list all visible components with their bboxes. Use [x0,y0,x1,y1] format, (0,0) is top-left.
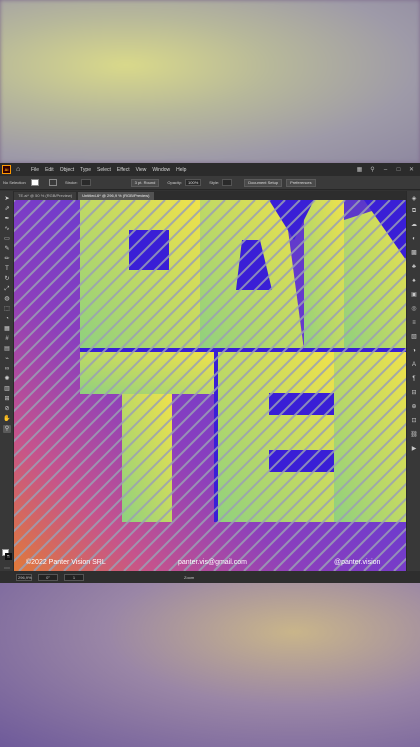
actions-icon[interactable]: ▶ [410,445,418,453]
menu-object[interactable]: Object [60,167,74,173]
copyright-text: ©2022 Panter Vision SRL [26,559,106,566]
fill-swatch[interactable] [31,179,39,186]
selection-tool-icon[interactable]: ➤ [3,195,11,203]
curvature-tool-icon[interactable]: ∿ [3,225,11,233]
zoom-tool-icon[interactable]: ⚲ [3,425,11,433]
blurred-background-bottom [0,583,420,747]
color-icon[interactable]: ◐ [410,235,418,243]
arrange-icon[interactable]: ▦ [355,166,364,174]
menu-edit[interactable]: Edit [45,167,54,173]
letter-t-bar [80,352,214,394]
rotation-field[interactable]: 0° [38,573,58,581]
letter-e-gap-top [269,393,334,415]
swatches-icon[interactable]: ▩ [410,249,418,257]
libraries-icon[interactable]: ☁ [410,221,418,229]
panels-dock: ◈ ⧉ ☁ ◐ ▩ ♣ ♠ ▣ ◎ ≡ ▧ ◑ A ¶ ⊟ ⊕ ⊡ ⛓ ▶ [406,191,420,571]
symbols-icon[interactable]: ♠ [410,277,418,285]
warp-tool-icon[interactable]: ◍ [3,295,11,303]
blurred-background-top [0,0,420,163]
rectangle-tool-icon[interactable]: ▭ [3,235,11,243]
graphic-styles-icon[interactable]: ▣ [410,291,418,299]
shape-builder-tool-icon[interactable]: ◔ [3,315,11,323]
layers-icon[interactable]: ⧉ [410,207,418,215]
eyedropper-tool-icon[interactable]: ⌁ [3,355,11,363]
gradient-panel-icon[interactable]: ▧ [410,333,418,341]
letter-e2-body [334,352,406,522]
app-logo: Ai [2,165,11,174]
menu-help[interactable]: Help [176,167,186,173]
mesh-tool-icon[interactable]: # [3,335,11,343]
transparency-icon[interactable]: ◑ [410,347,418,355]
menu-select[interactable]: Select [97,167,111,173]
stroke-swatch[interactable] [49,179,57,186]
home-icon[interactable]: ⌂ [16,166,23,173]
zoom-level-field[interactable]: 296,9% [16,573,32,581]
tab-untitled-6[interactable]: Untitled-6* @ 296,9 % (RGB/Preview) [78,192,154,200]
paintbrush-tool-icon[interactable]: ✎ [3,245,11,253]
letter-p-counter [129,230,169,270]
email-text: panter.vis@gmail.com [178,559,247,566]
opacity-field[interactable]: 100% [185,179,202,186]
brushes-icon[interactable]: ♣ [410,263,418,271]
free-transform-tool-icon[interactable]: ⬚ [3,305,11,313]
document-tabs: TE.ai* @ 50 % (RGB/Preview) Untitled-6* … [14,191,406,200]
properties-icon[interactable]: ◈ [410,195,418,203]
stroke-color-icon[interactable] [5,553,12,560]
stroke-weight-field[interactable] [80,179,91,186]
transform-icon[interactable]: ⊡ [410,417,418,425]
maximize-icon[interactable]: □ [394,166,403,174]
artboard-canvas[interactable]: ©2022 Panter Vision SRL panter.vis@gmail… [14,200,406,571]
tools-panel: ➤ ⇗ ✒ ∿ ▭ ✎ ✏ T ↻ ⤢ ◍ ⬚ ◔ ▦ # ▤ ⌁ ∞ ✺ ▥ … [0,191,14,572]
selection-status: No Selection [3,180,26,185]
close-icon[interactable]: ✕ [407,166,416,174]
blend-tool-icon[interactable]: ∞ [3,365,11,373]
paragraph-icon[interactable]: ¶ [410,375,418,383]
menu-window[interactable]: Window [152,167,170,173]
type-tool-icon[interactable]: T [3,265,11,273]
hand-tool-icon[interactable]: ✋ [3,415,11,423]
menu-right-controls: ▦ ⚲ – □ ✕ [351,166,420,174]
artboard-navigator[interactable]: 1 [64,573,84,581]
direct-selection-tool-icon[interactable]: ⇗ [3,205,11,213]
menu-items: File Edit Object Type Select Effect View… [31,167,192,173]
align-icon[interactable]: ⊟ [410,389,418,397]
panter-artwork [14,200,406,571]
status-bar: 296,9% 0° 1 Zoom [0,571,420,583]
pathfinder-icon[interactable]: ⊕ [410,403,418,411]
minimize-icon[interactable]: – [381,166,390,174]
pencil-tool-icon[interactable]: ✏ [3,255,11,263]
graph-tool-icon[interactable]: ▥ [3,385,11,393]
symbol-sprayer-tool-icon[interactable]: ✺ [3,375,11,383]
search-icon[interactable]: ⚲ [368,166,377,174]
stroke-label: Stroke: [65,180,78,185]
control-bar: No Selection Stroke: 3 pt. Round Opacity… [0,176,420,190]
rotate-tool-icon[interactable]: ↻ [3,275,11,283]
status-mode: Zoom [184,574,195,580]
menu-file[interactable]: File [31,167,39,173]
illustrator-window: Ai ⌂ File Edit Object Type Select Effect… [0,163,420,583]
character-icon[interactable]: A [410,361,418,369]
preferences-button[interactable]: Preferences [286,178,316,187]
artboard-tool-icon[interactable]: ⊞ [3,395,11,403]
stroke-profile-select[interactable]: 3 pt. Round [130,178,160,187]
tab-te-ai[interactable]: TE.ai* @ 50 % (RGB/Preview) [14,192,77,200]
pen-tool-icon[interactable]: ✒ [3,215,11,223]
style-select[interactable] [222,179,233,186]
appearance-icon[interactable]: ◎ [410,305,418,313]
slice-tool-icon[interactable]: ⊘ [3,405,11,413]
document-setup-button[interactable]: Document Setup [244,178,283,187]
perspective-grid-tool-icon[interactable]: ▦ [3,325,11,333]
menu-view[interactable]: View [136,167,147,173]
stroke-panel-icon[interactable]: ≡ [410,319,418,327]
menu-type[interactable]: Type [80,167,91,173]
menu-effect[interactable]: Effect [117,167,130,173]
style-label: Style: [209,180,220,185]
menu-bar: Ai ⌂ File Edit Object Type Select Effect… [0,163,420,176]
links-icon[interactable]: ⛓ [410,431,418,439]
scale-tool-icon[interactable]: ⤢ [3,285,11,293]
gradient-tool-icon[interactable]: ▤ [3,345,11,353]
opacity-label: Opacity: [167,180,183,185]
handle-text: @panter.vision [334,559,381,566]
